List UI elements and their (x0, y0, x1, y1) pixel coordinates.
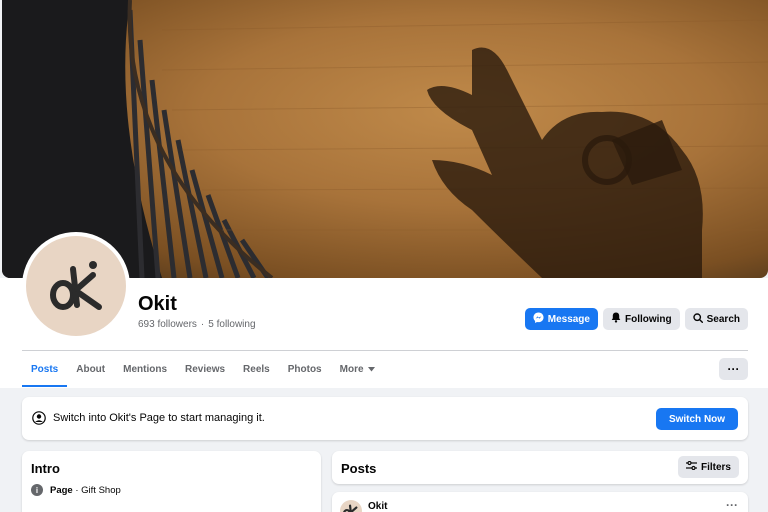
messenger-icon (533, 312, 544, 326)
category-value[interactable]: · Gift Shop (73, 485, 120, 496)
followers-count[interactable]: 693 followers (138, 319, 197, 330)
search-button[interactable]: Search (684, 308, 748, 330)
tab-about[interactable]: About (67, 351, 114, 387)
tab-mentions[interactable]: Mentions (114, 351, 176, 387)
tab-reels[interactable]: Reels (234, 351, 279, 387)
search-icon (692, 312, 703, 326)
switch-now-button[interactable]: Switch Now (656, 408, 738, 430)
cover-photo[interactable] (2, 0, 768, 278)
tab-label: Photos (287, 363, 322, 375)
category-label: Page (50, 484, 73, 496)
intro-card: Intro i Page · Gift Shop (22, 451, 321, 512)
posts-title: Posts (341, 461, 377, 476)
tab-label: Reels (243, 363, 270, 375)
filters-icon (685, 460, 697, 473)
banner-text: Switch into Okit's Page to start managin… (53, 412, 265, 424)
intro-title: Intro (31, 461, 60, 476)
profile-actions: Message Following Search (524, 308, 748, 330)
following-button[interactable]: Following (602, 308, 680, 330)
tab-label: Posts (31, 363, 59, 375)
info-icon: i (31, 484, 43, 496)
bell-icon (611, 312, 621, 326)
profile-switch-icon (32, 411, 46, 425)
profile-avatar[interactable] (22, 232, 130, 340)
posts-header-card: Posts Filters (332, 451, 748, 484)
message-button[interactable]: Message (524, 308, 598, 330)
page-title: Okit (138, 293, 177, 315)
post-author-name[interactable]: Okit (368, 501, 387, 512)
tab-posts[interactable]: Posts (22, 351, 68, 387)
tab-reviews[interactable]: Reviews (176, 351, 234, 387)
intro-category-row: i Page · Gift Shop (31, 484, 121, 496)
following-count[interactable]: 5 following (208, 319, 255, 330)
filters-button[interactable]: Filters (677, 456, 739, 478)
tab-label: About (76, 363, 106, 375)
post-menu-button[interactable]: ··· (726, 498, 738, 512)
following-label: Following (624, 313, 672, 325)
post-card: Okit ··· (332, 492, 748, 512)
tab-more[interactable]: More (331, 351, 384, 387)
stats-separator: · (200, 319, 205, 330)
caret-down-icon (367, 364, 375, 375)
switch-page-banner: Switch into Okit's Page to start managin… (22, 397, 748, 440)
tab-photos[interactable]: Photos (279, 351, 331, 387)
message-label: Message (547, 313, 590, 325)
search-label: Search (706, 313, 740, 325)
intro-category: Page · Gift Shop (50, 485, 121, 496)
more-options-button[interactable]: ··· (719, 358, 748, 380)
okit-logo (26, 236, 126, 336)
tab-label: Mentions (123, 363, 168, 375)
filters-label: Filters (700, 461, 731, 473)
tab-label: Reviews (185, 363, 226, 375)
follower-stats: 693 followers · 5 following (138, 319, 256, 330)
tab-label: More (339, 363, 364, 375)
post-author-avatar[interactable] (340, 500, 362, 512)
profile-tabs: Posts About Mentions Reviews Reels Photo… (22, 351, 384, 387)
